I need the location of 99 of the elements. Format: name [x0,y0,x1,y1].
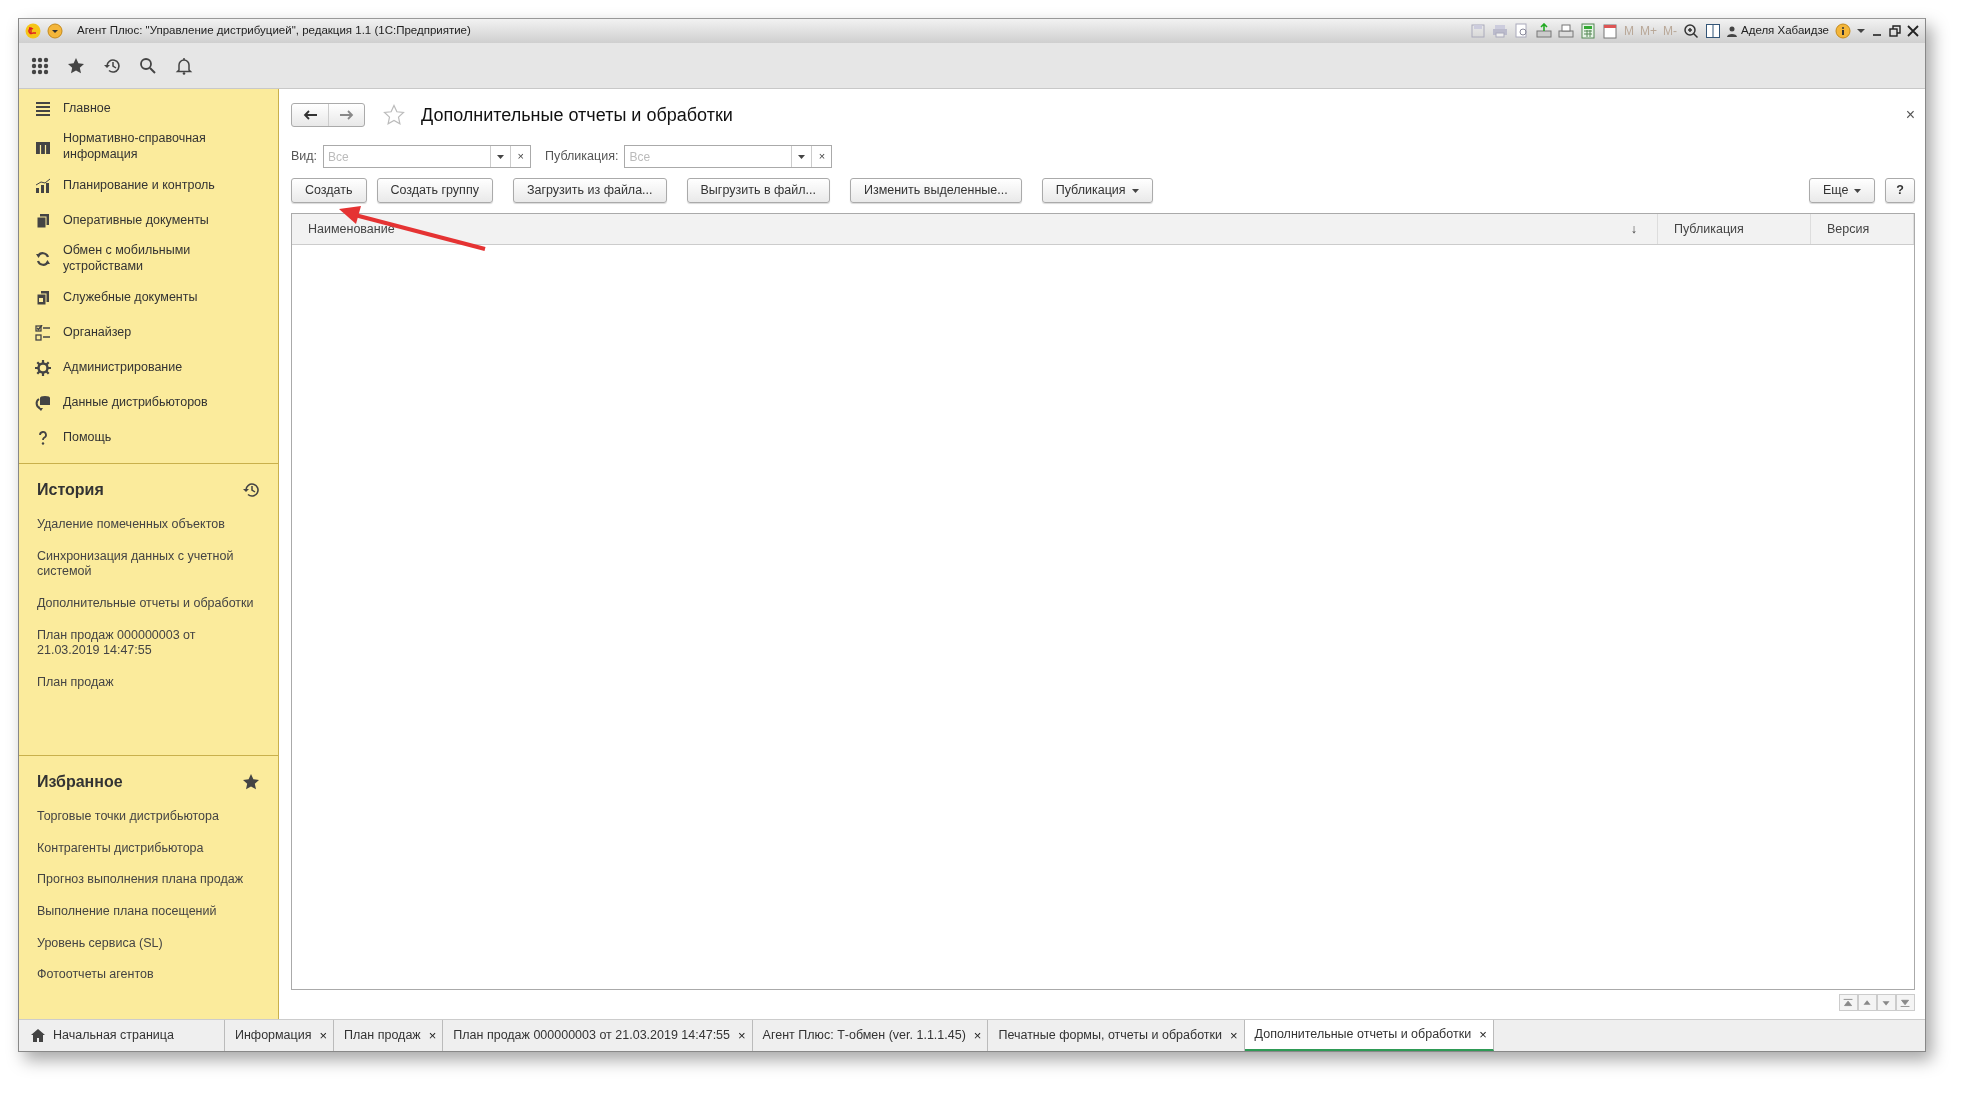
sidebar-link[interactable]: Прогноз выполнения плана продаж [37,865,260,897]
filter-label: Публикация: [545,148,619,166]
sort-indicator[interactable]: ↓ [1630,219,1637,239]
help-button[interactable]: ? [1885,178,1915,203]
form-title: Дополнительные отчеты и обработки [421,103,733,127]
restore-icon[interactable] [1889,25,1901,37]
list-icon [35,100,51,117]
filter-field[interactable]: Все × [624,145,833,168]
star-icon[interactable] [67,56,85,75]
sidebar-item[interactable]: Администрирование [19,350,278,385]
sidebar-item[interactable]: Данные дистрибьюторов [19,385,278,420]
scanner-icon[interactable] [1558,23,1574,39]
sidebar-item[interactable]: Обмен с мобильными устройствами [19,238,278,280]
sidebar-item[interactable]: Оперативные документы [19,203,278,238]
section-title: История [37,480,104,500]
home-icon [31,1029,45,1042]
apps-grid-icon[interactable] [31,56,49,75]
sidebar-link[interactable]: План продаж [37,667,260,700]
tab[interactable]: Дополнительные отчеты и обработки × [1244,1020,1494,1051]
right-arrow-icon [339,110,354,120]
star-outline-icon[interactable] [383,104,405,126]
history-icon[interactable] [103,56,121,75]
checklist-icon [35,324,51,341]
button[interactable]: Изменить выделенные... [849,178,1022,203]
scroll-up-icon[interactable] [1858,994,1877,1011]
close-tab-button[interactable]: × [319,1025,328,1046]
zoom-in-icon[interactable] [1683,23,1699,39]
sidebar-item[interactable]: Служебные документы [19,280,278,315]
tab[interactable]: Информация × [224,1020,335,1051]
sync-icon [35,251,51,267]
bar-chart-icon [35,177,51,194]
tab[interactable]: План продаж × [334,1020,444,1051]
sidebar-link[interactable]: Выполнение плана посещений [37,896,260,929]
search-icon[interactable] [139,56,157,75]
close-tab-button[interactable]: × [973,1025,982,1046]
sidebar-link[interactable]: Торговые точки дистрибьютора [37,802,260,834]
sidebar-link[interactable]: Дополнительные отчеты и обработки [37,588,260,621]
sidebar-item[interactable]: Нормативно-справочная информация [19,126,278,168]
button[interactable]: Создать [291,178,367,203]
close-icon[interactable] [1907,25,1919,37]
section-title: Избранное [37,772,123,792]
clear-button[interactable]: × [510,146,531,167]
dropdown-button[interactable]: Публикация [1041,178,1153,203]
caret-icon [1854,188,1862,193]
close-tab-button[interactable]: × [428,1025,437,1046]
clear-button[interactable]: × [811,146,832,167]
bell-icon[interactable] [175,56,193,75]
scroll-bottom-icon[interactable] [1896,994,1915,1011]
menu-dropdown-icon[interactable] [47,23,63,39]
info-icon[interactable] [1835,23,1851,39]
calendar-icon[interactable] [1602,23,1618,39]
tab[interactable]: Печатные формы, отчеты и обработки × [988,1020,1245,1051]
sidebar-link[interactable]: Уровень сервиса (SL) [37,928,260,961]
documents-icon [35,289,51,306]
caret-icon [1131,188,1139,193]
filter-label: Вид: [291,148,318,166]
sidebar-link[interactable]: План продаж 000000003 от 21.03.2019 14:47:55 [37,620,260,668]
caret-icon[interactable] [497,154,505,159]
preview-icon[interactable] [1514,23,1530,39]
sidebar-item[interactable]: Органайзер [19,315,278,350]
caret-icon[interactable] [798,154,806,159]
dropdown-button[interactable]: Еще [1808,178,1876,203]
tab[interactable]: Агент Плюс: Т-обмен (ver. 1.1.1.45) × [752,1020,989,1051]
gear-icon [35,359,51,376]
close-button[interactable]: × [1905,103,1915,127]
app-logo-icon [25,23,41,39]
sidebar-link[interactable]: Контрагенты дистрибьютора [37,833,260,866]
panel-layout-icon[interactable] [1705,23,1721,39]
left-arrow-icon [303,110,317,120]
close-tab-button[interactable]: × [1479,1024,1487,1045]
window-title: Агент Плюс: "Управление дистрибуцией", редакция 1.1 (1С:Предприятие) [77,23,471,39]
column-header[interactable]: Публикация [1658,214,1811,244]
sidebar-item[interactable]: Главное [19,91,278,126]
calculator-icon[interactable] [1580,23,1596,39]
sidebar-link[interactable]: Синхронизация данных с учетной системой [37,541,260,589]
documents-icon [35,212,51,229]
button[interactable]: Создать группу [376,178,493,203]
sidebar-item[interactable]: Планирование и контроль [19,168,278,203]
filter-field[interactable]: Все × [323,145,532,168]
tab[interactable]: План продаж 000000003 от 21.03.2019 14:47:55 × [443,1020,753,1051]
tab[interactable]: Начальная страница [19,1020,225,1051]
scroll-top-icon[interactable] [1839,994,1858,1011]
close-tab-button[interactable]: × [738,1025,746,1046]
button[interactable]: Загрузить из файла... [512,178,667,203]
column-header[interactable]: Наименование [308,219,395,239]
history-icon[interactable] [242,481,260,499]
table-icon [35,139,51,155]
database-sync-icon [35,394,51,411]
button[interactable]: Выгрузить в файл... [686,178,830,203]
user-icon [1727,25,1737,37]
user-name[interactable]: Аделя Хабаидзе [1741,22,1829,40]
star-icon[interactable] [242,773,260,791]
sidebar-link[interactable]: Удаление помеченных объектов [37,510,260,542]
sidebar-item[interactable]: Помощь [19,420,278,455]
caret-icon[interactable] [1857,28,1865,34]
document-upload-icon[interactable] [1536,23,1552,39]
column-header[interactable]: Версия [1811,214,1914,244]
sidebar-link[interactable]: Фотоотчеты агентов [37,960,260,992]
close-tab-button[interactable]: × [1230,1025,1238,1046]
